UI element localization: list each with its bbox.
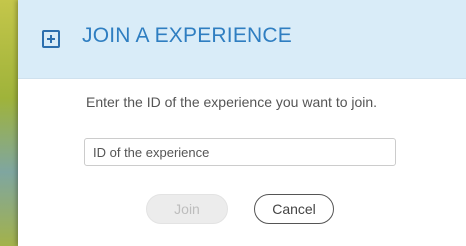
join-experience-dialog: JOIN A EXPERIENCE Enter the ID of the ex… [18,0,466,246]
dialog-title: JOIN A EXPERIENCE [82,24,292,47]
join-button[interactable]: Join [146,194,228,224]
dialog-header: JOIN A EXPERIENCE [18,0,466,79]
experience-id-input[interactable] [84,138,396,166]
cancel-button[interactable]: Cancel [254,194,334,224]
instruction-text: Enter the ID of the experience you want … [86,94,378,110]
plus-square-icon [42,30,60,48]
background-edge [0,0,18,246]
